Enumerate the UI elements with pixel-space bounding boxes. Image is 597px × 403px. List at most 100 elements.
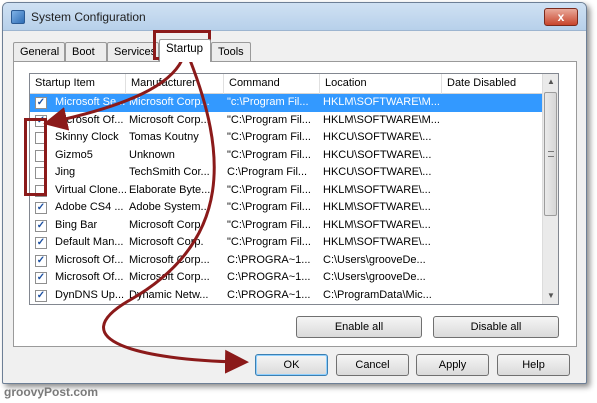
tab-general[interactable]: General <box>13 42 65 61</box>
cell-item: Microsoft Of... <box>55 113 124 126</box>
cell-command: "C:\Program Fil... <box>227 131 311 143</box>
startup-item-checkbox[interactable]: ✓ <box>35 254 47 267</box>
cell-item: DynDNS Up... <box>55 288 125 301</box>
cell-location: HKCU\SOFTWARE\... <box>323 166 432 178</box>
watermark: groovyPost.com <box>4 385 99 399</box>
cell-location: C:\Users\grooveDe... <box>323 253 426 266</box>
cell-location: HKLM\SOFTWARE\M... <box>323 113 440 126</box>
cell-command: C:\PROGRA~1... <box>227 271 311 283</box>
cell-command: "C:\Program Fil... <box>227 148 311 161</box>
table-row[interactable]: ✓ Adobe CS4 ... Adobe System... "C:\Program… <box>30 199 542 217</box>
cell-date <box>442 252 544 270</box>
table-row[interactable]: ✓ Microsoft Of... Microsoft Corp... C:\PROG… <box>30 252 542 270</box>
table-row[interactable]: ✓Slickrat Cl...UnknownC:\Windows\Te...C:… <box>30 304 542 305</box>
table-row[interactable]: Jing TechSmith Cor... C:\Program Fil... HKC… <box>30 164 542 182</box>
column-header-date-disabled[interactable]: Date Disabled <box>442 74 544 94</box>
column-header-manufacturer[interactable]: Manufacturer <box>126 74 224 94</box>
list-rows: ✓ Microsoft Se... Microsoft Corp... "c:\Pro… <box>30 94 542 305</box>
enable-all-button[interactable]: Enable all <box>296 316 422 338</box>
table-row[interactable]: ✓ Microsoft Of... Microsoft Corp... "C:\Pro… <box>30 112 542 130</box>
cell-command: "c:\Program Fil... <box>227 96 309 108</box>
cell-location: C:\Users\grooveDe... <box>323 271 426 283</box>
startup-items-list[interactable]: Startup Item Manufacturer Command Locati… <box>29 73 559 305</box>
list-header: Startup Item Manufacturer Command Locati… <box>30 74 544 94</box>
system-configuration-window: System Configuration x General Boot Serv… <box>2 2 587 384</box>
cell-command: "C:\Program Fil... <box>227 113 311 126</box>
tab-startup[interactable]: Startup <box>159 39 211 62</box>
cell-command: C:\PROGRA~1... <box>227 253 311 266</box>
cell-date <box>442 147 544 165</box>
cell-item: Skinny Clock <box>55 131 119 143</box>
cell-date <box>442 304 544 305</box>
cell-location: HKLM\SOFTWARE\... <box>323 218 431 231</box>
scroll-up-icon[interactable]: ▲ <box>543 74 558 90</box>
cell-date <box>442 269 544 287</box>
cell-command: C:\Program Fil... <box>227 166 308 178</box>
cell-item: Bing Bar <box>55 218 98 231</box>
table-row[interactable]: ✓ Microsoft Se... Microsoft Corp... "c:\Pro… <box>30 94 542 112</box>
cell-manufacturer: Microsoft Corp... <box>129 113 210 126</box>
cancel-button[interactable]: Cancel <box>336 354 409 376</box>
close-button[interactable]: x <box>544 8 578 26</box>
cell-date <box>442 182 544 200</box>
column-header-startup-item[interactable]: Startup Item <box>30 74 126 94</box>
cell-date <box>442 199 544 217</box>
table-row[interactable]: Skinny Clock Tomas Koutny "C:\Program Fil.… <box>30 129 542 147</box>
startup-item-checkbox[interactable]: ✓ <box>35 219 47 232</box>
cell-location: HKLM\SOFTWARE\... <box>323 183 431 196</box>
cell-manufacturer: TechSmith Cor... <box>129 166 210 178</box>
scroll-thumb[interactable] <box>544 92 557 216</box>
startup-item-checkbox[interactable]: ✓ <box>35 237 47 249</box>
cell-item: Gizmo5 <box>55 148 93 161</box>
disable-all-button[interactable]: Disable all <box>433 316 559 338</box>
column-header-command[interactable]: Command <box>224 74 320 94</box>
cell-manufacturer: Unknown <box>129 148 175 161</box>
vertical-scrollbar[interactable]: ▲ ▼ <box>542 74 558 304</box>
cell-manufacturer: Microsoft Corp. <box>129 218 204 231</box>
cell-location: HKLM\SOFTWARE\... <box>323 236 431 248</box>
grip-icon <box>548 151 554 157</box>
scroll-down-icon[interactable]: ▼ <box>543 288 558 304</box>
title-bar: System Configuration x <box>3 3 586 31</box>
cell-command: "C:\Program Fil... <box>227 183 311 196</box>
cell-item: Microsoft Of... <box>55 271 124 283</box>
table-row[interactable]: Gizmo5 Unknown "C:\Program Fil... HKCU\SOFT… <box>30 147 542 165</box>
cell-manufacturer: Unknown <box>126 304 224 305</box>
cell-command: C:\PROGRA~1... <box>227 288 311 301</box>
cell-manufacturer: Microsoft Corp... <box>129 271 210 283</box>
table-row[interactable]: ✓ DynDNS Up... Dynamic Netw... C:\PROGRA~1.… <box>30 287 542 305</box>
tab-services[interactable]: Services <box>107 42 159 61</box>
cell-command: "C:\Program Fil... <box>227 236 311 248</box>
apply-button[interactable]: Apply <box>416 354 489 376</box>
startup-item-checkbox[interactable]: ✓ <box>35 97 47 109</box>
cell-location: HKCU\SOFTWARE\... <box>323 148 432 161</box>
cell-date <box>442 234 544 252</box>
cell-manufacturer: Dynamic Netw... <box>129 288 209 301</box>
table-row[interactable]: Virtual Clone... Elaborate Byte... "C:\Pro… <box>30 182 542 200</box>
startup-item-checkbox[interactable]: ✓ <box>35 289 47 302</box>
startup-item-checkbox[interactable]: ✓ <box>35 272 47 284</box>
cell-manufacturer: Microsoft Corp... <box>129 253 210 266</box>
tab-boot[interactable]: Boot <box>65 42 107 61</box>
cell-item: Microsoft Se... <box>55 96 126 108</box>
table-row[interactable]: ✓ Default Man... Microsoft Corp. "C:\Progra… <box>30 234 542 252</box>
tab-tools[interactable]: Tools <box>211 42 251 61</box>
ok-button[interactable]: OK <box>255 354 328 376</box>
help-button[interactable]: Help <box>497 354 570 376</box>
cell-command: "C:\Program Fil... <box>227 218 311 231</box>
cell-item: Slickrat Cl... <box>52 304 126 305</box>
cell-manufacturer: Adobe System... <box>129 201 210 213</box>
table-row[interactable]: ✓ Bing Bar Microsoft Corp. "C:\Program Fil.… <box>30 217 542 235</box>
cell-manufacturer: Microsoft Corp. <box>129 236 204 248</box>
cell-command: "C:\Program Fil... <box>227 201 311 213</box>
table-row[interactable]: ✓ Microsoft Of... Microsoft Corp... C:\PROG… <box>30 269 542 287</box>
cell-date <box>442 217 544 235</box>
cell-manufacturer: Microsoft Corp... <box>129 96 210 108</box>
startup-item-checkbox[interactable]: ✓ <box>35 202 47 214</box>
cell-manufacturer: Tomas Koutny <box>129 131 199 143</box>
cell-date <box>442 94 544 112</box>
cell-item: Jing <box>55 166 76 178</box>
cell-date <box>442 129 544 147</box>
cell-item: Default Man... <box>55 236 124 248</box>
column-header-location[interactable]: Location <box>320 74 442 94</box>
